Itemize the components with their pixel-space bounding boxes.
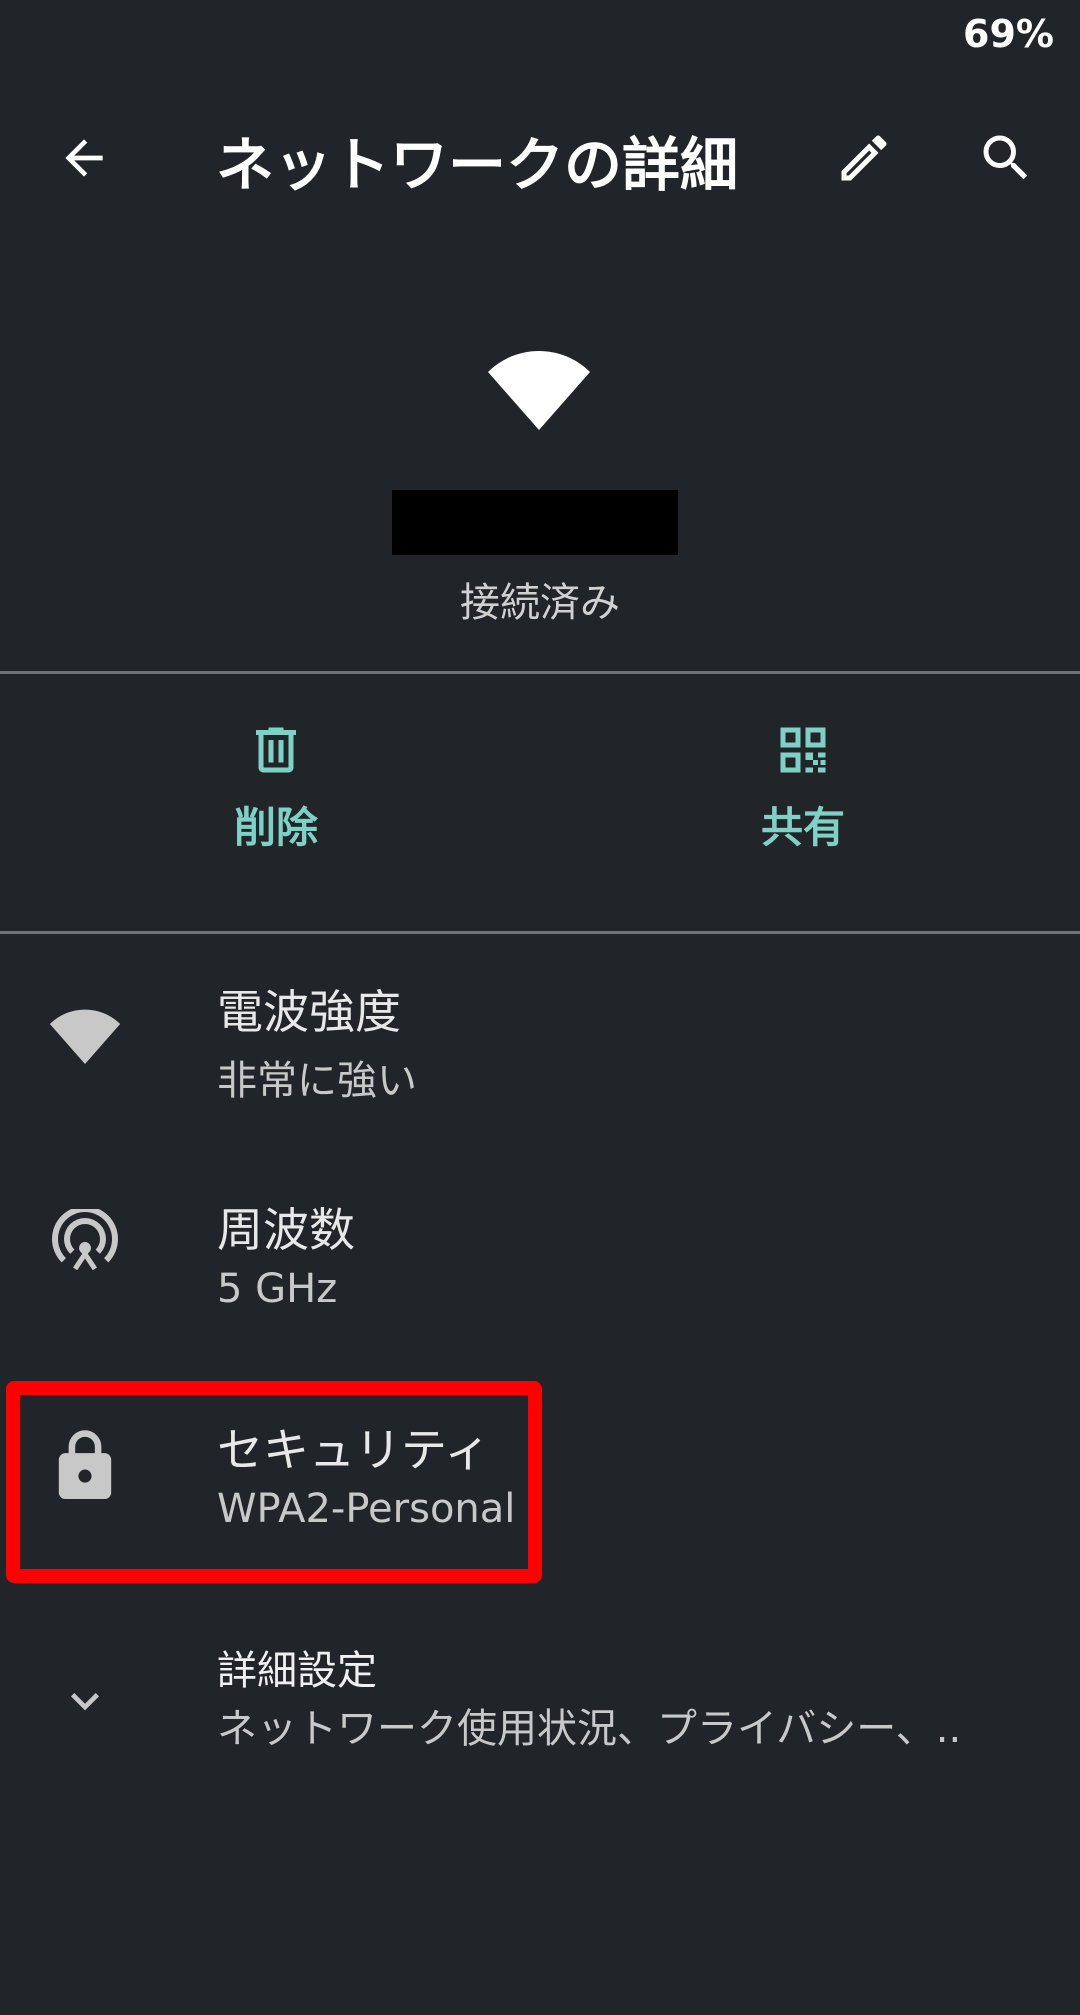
signal-strength-value: 非常に強い [217, 1058, 417, 1104]
app-bar: ネットワークの詳細 [0, 88, 1080, 228]
wifi-icon [488, 351, 590, 430]
signal-strength-title: 電波強度 [217, 985, 401, 1039]
page-title: ネットワークの詳細 [216, 131, 739, 199]
security-row: セキュリティ WPA2-Personal [0, 1418, 1080, 1598]
security-title: セキュリティ [217, 1423, 491, 1477]
search-icon [983, 135, 1028, 180]
arrow-back-icon [65, 139, 103, 177]
delete-button[interactable]: 削除 [176, 720, 376, 855]
share-label: 共有 [760, 803, 845, 852]
wifi-icon [40, 988, 130, 1078]
security-value: WPA2-Personal [217, 1486, 516, 1532]
back-button[interactable] [36, 110, 132, 206]
chevron-down-icon [40, 1656, 130, 1746]
frequency-antenna-icon [40, 1200, 130, 1290]
delete-label: 削除 [233, 803, 318, 852]
frequency-row: 周波数 5 GHz [0, 1198, 1080, 1378]
qr-code-icon [780, 727, 826, 773]
frequency-title: 周波数 [217, 1203, 355, 1257]
advanced-settings-title: 詳細設定 [217, 1648, 377, 1694]
share-button[interactable]: 共有 [703, 720, 903, 855]
connection-status: 接続済み [460, 580, 620, 626]
status-bar: 69% [0, 0, 1080, 72]
advanced-settings-row[interactable]: 詳細設定 ネットワーク使用状況、プライバシー、.. [0, 1636, 1080, 1816]
trash-icon [256, 727, 296, 773]
divider [0, 931, 1080, 934]
advanced-settings-summary: ネットワーク使用状況、プライバシー、.. [217, 1706, 962, 1752]
divider [0, 671, 1080, 674]
frequency-value: 5 GHz [217, 1266, 338, 1312]
ssid-redacted [392, 490, 678, 555]
signal-strength-row: 電波強度 非常に強い [0, 980, 1080, 1160]
search-button[interactable] [958, 110, 1054, 206]
edit-button[interactable] [816, 110, 912, 206]
battery-level: 69% [963, 12, 1054, 56]
lock-icon [40, 1418, 130, 1508]
pencil-icon [841, 135, 887, 181]
